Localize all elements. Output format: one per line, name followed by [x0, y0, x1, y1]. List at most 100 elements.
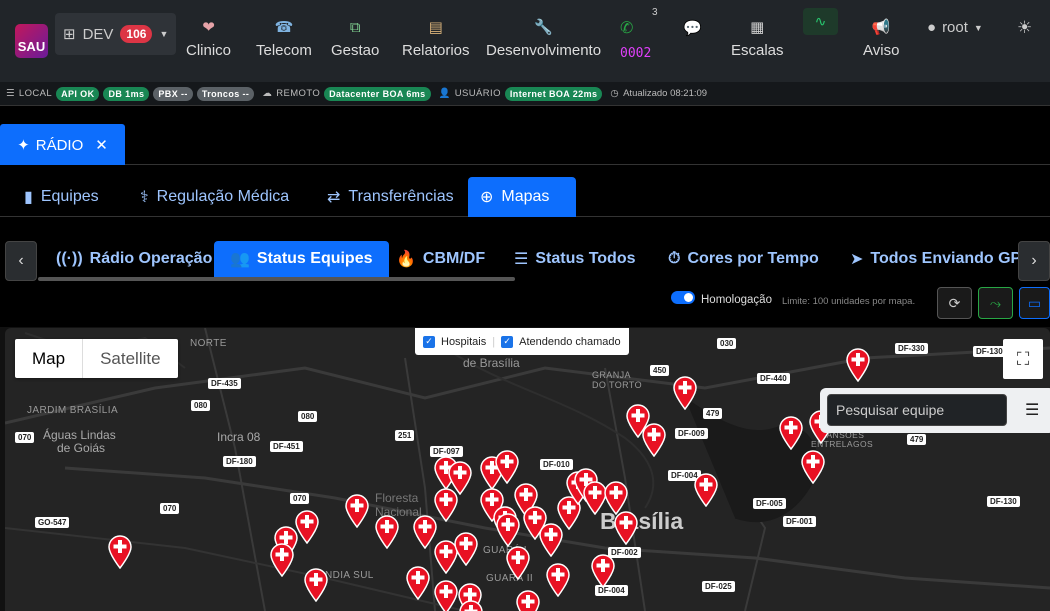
map-type-map-button[interactable]: Map — [15, 339, 84, 378]
fullscreen-button[interactable]: ⛶ — [1003, 339, 1043, 379]
status-bar: ☰ LOCAL API OK DB 1ms PBX -- Troncos -- … — [0, 82, 1050, 106]
subtab-status-equipes-label: Status Equipes — [256, 250, 373, 267]
tab-regulacao-label: Regulação Médica — [156, 188, 290, 205]
environment-selector[interactable]: ⊞ DEV 106 ▼ — [55, 13, 176, 55]
activity-button[interactable]: ∿ — [803, 8, 838, 35]
nav-aviso-label: Aviso — [863, 42, 900, 59]
homologacao-toggle[interactable] — [671, 291, 695, 304]
user-icon: ● — [927, 19, 937, 36]
hospital-marker-icon[interactable] — [515, 590, 541, 611]
scroll-left-button[interactable]: ‹ — [5, 241, 37, 281]
refresh-icon: ⟳ — [948, 294, 961, 311]
map-label-de-goias: de Goiás — [57, 441, 106, 455]
hospital-marker-icon[interactable] — [433, 580, 459, 611]
tab-regulacao-medica[interactable]: ⚕ Regulação Médica — [128, 177, 301, 217]
hospital-marker-icon[interactable] — [613, 511, 639, 546]
monitor-button[interactable]: ▭ — [1019, 287, 1050, 319]
list-icon[interactable]: ☰ — [1025, 400, 1039, 420]
road-shield: 080 — [298, 411, 318, 422]
atendendo-checkbox[interactable]: ✓ — [501, 335, 514, 348]
hospital-marker-icon[interactable] — [603, 481, 629, 516]
subtab-cbm-df[interactable]: 🔥 CBM/DF — [380, 241, 501, 277]
hospital-marker-icon[interactable] — [505, 546, 531, 581]
hospitais-checkbox[interactable]: ✓ — [423, 335, 435, 348]
map-type-control: Map Satellite — [15, 339, 178, 378]
refresh-button[interactable]: ⟳ — [937, 287, 972, 319]
app-logo[interactable]: SAU — [15, 24, 48, 58]
theme-toggle-icon[interactable]: ☀ — [1017, 18, 1032, 38]
hospital-marker-icon[interactable] — [845, 348, 871, 383]
status-internet: Internet BOA 22ms — [504, 86, 603, 101]
map-canvas[interactable]: NORTE JARDIM BRASÍLIA Águas Lindas de Go… — [5, 328, 1050, 611]
nav-clinico[interactable]: ❤ Clinico — [186, 18, 231, 59]
road-shield: 030 — [717, 338, 737, 349]
phone-call-icon[interactable]: ✆ — [620, 18, 633, 38]
caret-down-icon: ▼ — [159, 29, 169, 39]
nav-desenvolvimento-label: Desenvolvimento — [486, 42, 602, 59]
stopwatch-icon: ⏱ — [668, 250, 681, 267]
tab-mapas-label: Mapas — [501, 188, 550, 205]
scroll-right-button[interactable]: › — [1018, 241, 1050, 281]
team-search-input[interactable]: Pesquisar equipe — [827, 394, 1007, 426]
tab-radio-label: RÁDIO — [35, 136, 84, 154]
road-shield: DF-435 — [208, 378, 241, 389]
tab-equipes[interactable]: ▮ Equipes — [12, 177, 111, 217]
users-icon: 👥 — [230, 251, 250, 268]
subtab-cores-por-tempo[interactable]: ⏱ Cores por Tempo — [652, 241, 835, 277]
route-button[interactable]: ⤳ — [978, 287, 1013, 319]
sitemap-icon: ⧉ — [349, 19, 361, 36]
road-shield: DF-130 — [973, 346, 1006, 357]
map-label-norte: NORTE — [190, 338, 227, 349]
hospital-marker-icon[interactable] — [269, 543, 295, 578]
map-subtabs: ‹ ((·)) Rádio Operação 👥 Status Equipes 🔥 C… — [0, 217, 1050, 327]
chat-icon[interactable]: 💬 — [683, 19, 702, 37]
hospital-marker-icon[interactable] — [344, 494, 370, 529]
status-api: API OK — [56, 86, 100, 101]
hospital-marker-icon[interactable] — [495, 513, 521, 548]
hospital-marker-icon[interactable] — [590, 554, 616, 589]
nav-relatorios[interactable]: ▤ Relatorios — [402, 18, 470, 59]
hospital-marker-icon[interactable] — [545, 563, 571, 598]
hospital-marker-icon[interactable] — [405, 566, 431, 601]
nav-relatorios-label: Relatorios — [402, 42, 470, 59]
cloud-icon: ☁ — [262, 88, 273, 99]
tabs-scrollbar[interactable] — [38, 277, 515, 281]
env-badge: 106 — [120, 25, 153, 43]
map-type-satellite-button[interactable]: Satellite — [83, 339, 177, 378]
tab-mapas[interactable]: ⊕ Mapas — [468, 177, 576, 217]
hospital-marker-icon[interactable] — [672, 376, 698, 411]
map-label-aguas-lindas: Águas Lindas — [43, 428, 116, 442]
close-icon[interactable]: ✕ — [95, 136, 108, 154]
hospital-marker-icon[interactable] — [693, 473, 719, 508]
transfer-icon: ⇄ — [327, 189, 341, 206]
subtab-todos-enviando-gps[interactable]: ➤ Todos Enviando GPS — [834, 241, 1022, 277]
layer-filters: ✓ Hospitais | ✓ Atendendo chamado — [415, 328, 629, 355]
hospital-marker-icon[interactable] — [778, 416, 804, 451]
layer-divider: | — [492, 335, 496, 348]
nav-escalas[interactable]: ▦ Escalas — [731, 18, 784, 59]
nav-aviso[interactable]: 📢 Aviso — [863, 18, 899, 59]
tab-equipes-label: Equipes — [40, 188, 99, 205]
status-troncos-label: Troncos -- — [201, 88, 250, 99]
nav-telecom[interactable]: ☎ Telecom — [256, 18, 312, 59]
network-icon: ☰ — [6, 88, 15, 99]
subtab-status-todos[interactable]: ☰ Status Todos — [498, 241, 652, 277]
user-menu[interactable]: ● root ▼ — [927, 19, 983, 36]
hospital-marker-icon[interactable] — [800, 450, 826, 485]
hospital-marker-icon[interactable] — [641, 423, 667, 458]
nav-desenvolvimento[interactable]: 🔧 Desenvolvimento — [486, 18, 601, 59]
hospital-marker-icon[interactable] — [107, 535, 133, 570]
subtab-status-equipes[interactable]: 👥 Status Equipes — [214, 241, 389, 277]
broadcast-icon: ((·)) — [56, 250, 83, 267]
tab-transferencias[interactable]: ⇄ Transferências — [315, 177, 466, 217]
hospital-marker-icon[interactable] — [453, 532, 479, 567]
user-name: root — [942, 19, 968, 36]
limit-text: Limite: 100 unidades por mapa. — [782, 296, 916, 307]
subtab-radio-operacao[interactable]: ((·)) Rádio Operação — [40, 241, 228, 277]
hospital-marker-icon[interactable] — [303, 568, 329, 603]
hospital-marker-icon[interactable] — [494, 450, 520, 485]
hospital-marker-icon[interactable] — [458, 600, 484, 611]
hospital-marker-icon[interactable] — [374, 515, 400, 550]
nav-gestao[interactable]: ⧉ Gestao — [331, 18, 379, 59]
tab-radio[interactable]: ✦ RÁDIO ✕ — [0, 124, 125, 166]
